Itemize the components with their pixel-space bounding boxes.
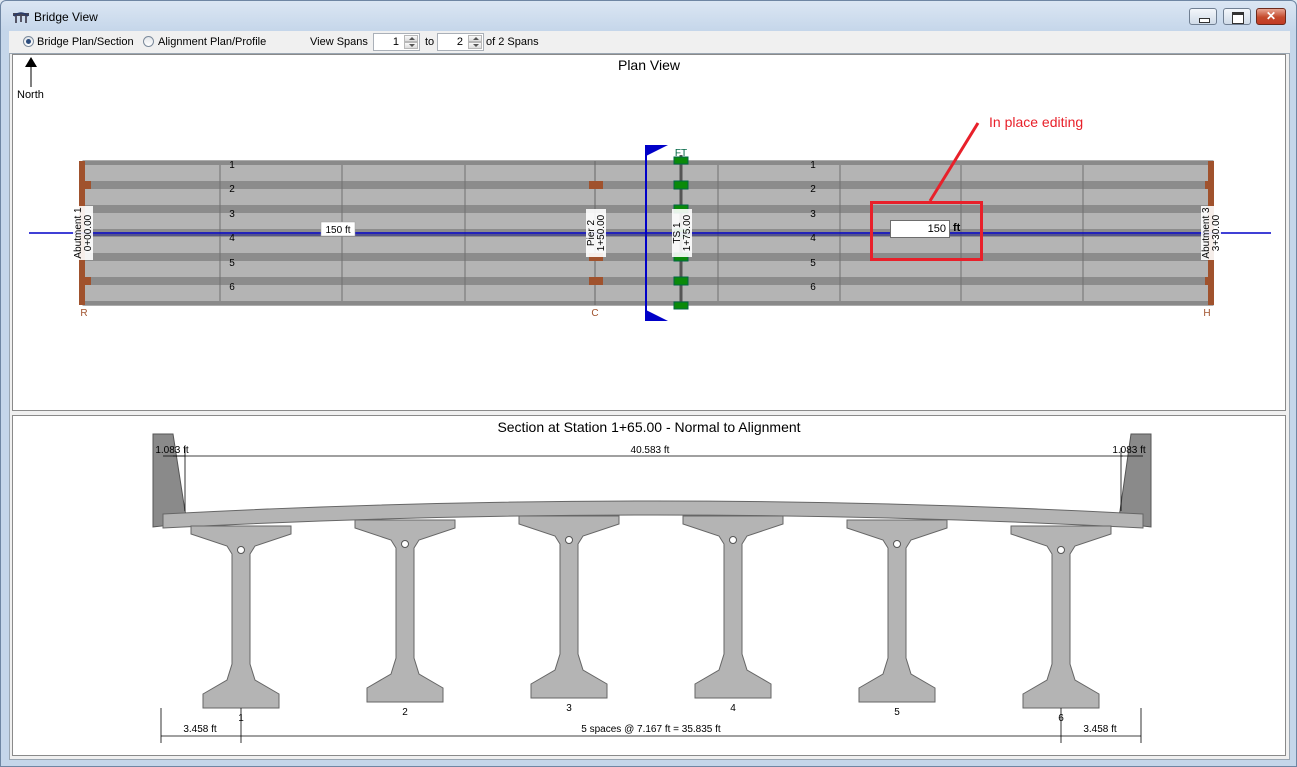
toolbar: Bridge Plan/Section Alignment Plan/Profi… — [9, 31, 1290, 54]
radio-bridge-plan-section-label[interactable]: Bridge Plan/Section — [37, 36, 134, 48]
girder-labels-group: 1 2 3 4 5 6 — [238, 703, 1064, 724]
girders-group — [190, 515, 1112, 709]
of-spans-label: of 2 Spans — [486, 36, 539, 48]
bearing-label-h: H — [1203, 308, 1210, 319]
girder-spacing-dimension[interactable]: 5 spaces @ 7.167 ft = 35.835 ft — [581, 724, 721, 735]
girder-hole-icon — [1057, 546, 1065, 554]
pier-2-station[interactable]: 1+50.00 — [596, 214, 607, 251]
girder-hole-icon — [237, 546, 245, 554]
girder-line-label: 4 — [229, 233, 235, 244]
maximize-button[interactable] — [1223, 8, 1251, 25]
span-from-spin-arrows[interactable] — [404, 35, 418, 49]
span-from-spinner[interactable]: 1 — [373, 33, 420, 51]
title-bar[interactable]: Bridge View ✕ — [1, 1, 1296, 31]
girder-line-label: 4 — [810, 233, 816, 244]
girder-hole-icon — [401, 540, 409, 548]
ft-label: FT — [675, 148, 687, 159]
right-barrier-dimension[interactable]: 1.083 ft — [1112, 445, 1146, 456]
girder-number-label: 1 — [238, 713, 244, 724]
spin-down-icon[interactable] — [404, 42, 418, 49]
girder-line-label: 1 — [229, 160, 235, 171]
span-to-spinner[interactable]: 2 — [437, 33, 484, 51]
close-icon: ✕ — [1265, 9, 1277, 23]
abutment-1-station[interactable]: 0+00.00 — [83, 214, 94, 251]
to-label: to — [425, 36, 435, 48]
section-view-pane[interactable]: Section at Station 1+65.00 - Normal to A… — [12, 415, 1286, 756]
girder-hole-icon — [893, 540, 901, 548]
left-barrier-dimension[interactable]: 1.083 ft — [155, 445, 189, 456]
girder-line-label: 2 — [810, 184, 816, 195]
close-button[interactable]: ✕ — [1256, 8, 1286, 25]
girder-number-label: 5 — [894, 707, 900, 718]
span-length-label[interactable]: 150 ft — [325, 225, 350, 236]
bridge-app-icon — [13, 12, 29, 23]
span-to-spin-arrows[interactable] — [468, 35, 482, 49]
minimize-icon — [1199, 18, 1210, 23]
right-overhang-dimension[interactable]: 3.458 ft — [1083, 724, 1117, 735]
left-overhang-dimension[interactable]: 3.458 ft — [183, 724, 217, 735]
spin-up-icon[interactable] — [468, 35, 482, 42]
deck-slab — [162, 500, 1144, 529]
radio-bridge-plan-section[interactable] — [23, 36, 34, 47]
girder-number-label: 4 — [730, 703, 736, 714]
north-label: North — [17, 89, 44, 101]
deck-width-dimension[interactable]: 40.583 ft — [631, 445, 670, 456]
north-arrow-icon — [25, 57, 37, 87]
view-spans-label: View Spans — [310, 36, 368, 48]
spin-down-icon[interactable] — [468, 42, 482, 49]
girder-number-label: 3 — [566, 703, 572, 714]
girder-hole-icon — [729, 536, 737, 544]
girder-line-label: 6 — [229, 282, 235, 293]
bridge-view-window: Bridge View ✕ Bridge Plan/Section Alignm… — [0, 0, 1297, 767]
bearing-label-r: R — [80, 308, 87, 319]
girder-line-label: 5 — [229, 258, 235, 269]
girder-line-label: 3 — [229, 209, 235, 220]
girder-hole-icon — [565, 536, 573, 544]
in-place-editing-callout: In place editing — [989, 114, 1084, 130]
girder-number-label: 2 — [402, 707, 408, 718]
client-area: Plan View 1 2 3 4 5 6 1 2 3 4 5 6 FT R C… — [9, 53, 1290, 760]
bearing-label-c: C — [591, 308, 598, 319]
radio-alignment-plan-profile-label[interactable]: Alignment Plan/Profile — [158, 36, 266, 48]
spin-up-icon[interactable] — [404, 35, 418, 42]
section-view-drawing[interactable]: 1.083 ft 40.583 ft 1.083 ft 3.458 ft 5 s… — [13, 416, 1285, 755]
minimize-button[interactable] — [1189, 8, 1217, 25]
plan-view-pane[interactable]: Plan View 1 2 3 4 5 6 1 2 3 4 5 6 FT R C… — [12, 54, 1286, 411]
girder-line-label: 2 — [229, 184, 235, 195]
girder-line-label: 5 — [810, 258, 816, 269]
splice-station[interactable]: 1+75.00 — [682, 214, 693, 251]
girder-line-label: 3 — [810, 209, 816, 220]
span-from-value[interactable]: 1 — [393, 36, 399, 48]
span-to-value[interactable]: 2 — [457, 36, 463, 48]
plan-view-drawing[interactable]: 1 2 3 4 5 6 1 2 3 4 5 6 FT R C H 150 ft … — [13, 55, 1285, 410]
edit-unit-label: ft — [953, 222, 961, 234]
girder-line-label: 6 — [810, 282, 816, 293]
abutment-3-station[interactable]: 3+30.00 — [1211, 214, 1222, 251]
maximize-icon — [1232, 12, 1244, 24]
girder-number-label: 6 — [1058, 713, 1064, 724]
girder-line-label: 1 — [810, 160, 816, 171]
span-length-edit-field[interactable]: 150 — [890, 220, 950, 238]
window-title: Bridge View — [34, 10, 98, 24]
radio-alignment-plan-profile[interactable] — [143, 36, 154, 47]
